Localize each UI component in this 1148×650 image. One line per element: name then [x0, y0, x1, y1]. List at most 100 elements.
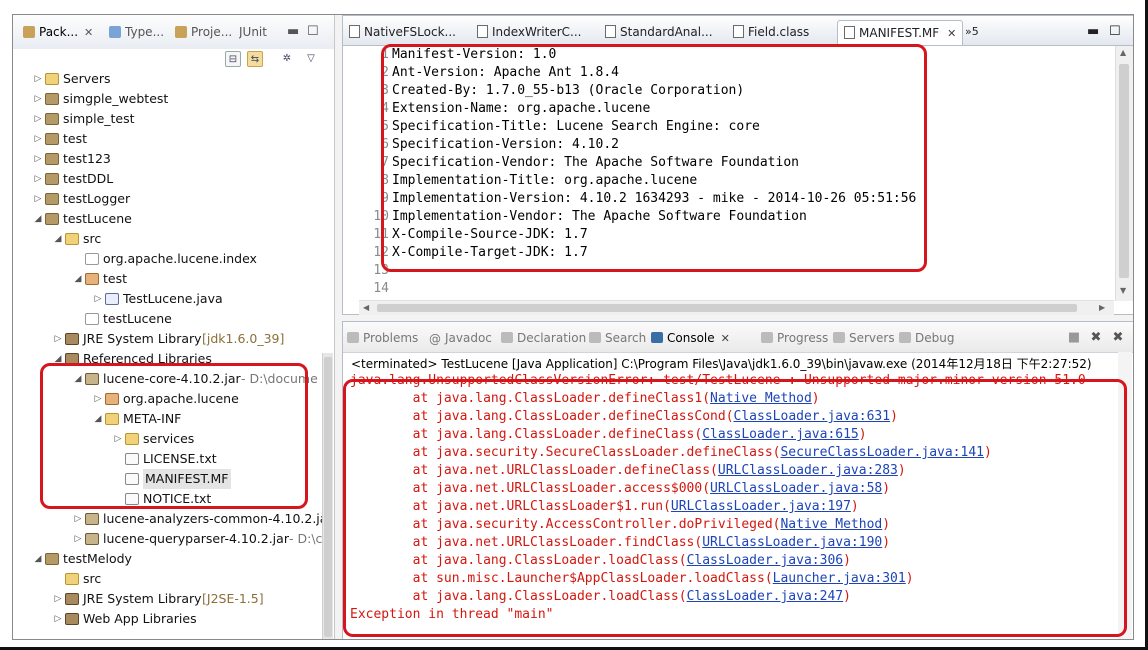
tab-label: Pack...: [39, 25, 79, 39]
tree-item[interactable]: ▷ JRE System Library [J2SE-1.5]: [13, 589, 323, 609]
collapsed-twisty-icon[interactable]: ▷: [73, 509, 83, 529]
expanded-twisty-icon[interactable]: ◢: [73, 269, 83, 289]
tree-item[interactable]: ▷ lucene-analyzers-common-4.10.2.ja: [13, 509, 328, 529]
tab-progress[interactable]: Progress: [761, 329, 828, 347]
collapsed-twisty-icon[interactable]: ▷: [73, 529, 83, 549]
tab-console[interactable]: Console ✕: [651, 329, 730, 347]
tree-item[interactable]: ▷ lucene-queryparser-4.10.2.jar - D:\c: [13, 529, 323, 549]
tree-item[interactable]: ▷ simple_test: [13, 109, 323, 129]
tab-label: IndexWriterC...: [492, 25, 582, 39]
declaration-icon: [501, 332, 513, 343]
tab-javadoc[interactable]: @ Javadoc: [429, 329, 492, 347]
collapsed-twisty-icon[interactable]: ▷: [53, 609, 63, 629]
editor-tab-manifest[interactable]: MANIFEST.MF ✕: [837, 20, 964, 45]
scrollbar-thumb[interactable]: [324, 357, 332, 637]
minimize-icon[interactable]: ▬: [1087, 20, 1099, 44]
view-menu-icon[interactable]: ▽: [303, 51, 319, 67]
editor-tab-standardanalyzer[interactable]: StandardAnal...: [605, 20, 713, 44]
lib-icon: [65, 613, 79, 625]
tree-item[interactable]: ▷ TestLucene.java: [13, 289, 323, 309]
proj-icon: [45, 133, 59, 145]
scrollbar-thumb[interactable]: [1119, 64, 1129, 278]
expanded-twisty-icon[interactable]: ◢: [33, 209, 43, 229]
tree-item[interactable]: ◢ testMelody: [13, 549, 323, 569]
tab-junit[interactable]: JUnit: [239, 21, 285, 43]
tab-servers[interactable]: Servers: [833, 329, 895, 347]
tree-item[interactable]: ▷ simgple_webtest: [13, 89, 323, 109]
tab-debug[interactable]: Debug: [899, 329, 954, 347]
class-file-icon: [733, 25, 744, 38]
collapsed-twisty-icon[interactable]: ▷: [33, 169, 43, 189]
terminate-icon[interactable]: ■: [1067, 331, 1081, 345]
close-icon[interactable]: ✕: [721, 332, 730, 345]
editor-overflow-tabs[interactable]: »5: [965, 20, 979, 44]
tab-declaration[interactable]: Declaration: [501, 329, 586, 347]
tree-item-label: Web App Libraries: [83, 611, 197, 626]
close-icon[interactable]: ✕: [947, 27, 956, 40]
editor-vertical-scrollbar[interactable]: ▲ ▼: [1115, 46, 1133, 301]
close-icon[interactable]: ✕: [84, 26, 93, 39]
type-hierarchy-icon: [109, 26, 121, 38]
tree-item[interactable]: ▷ testDDL: [13, 169, 323, 189]
tab-package-explorer[interactable]: Pack... ✕: [23, 21, 93, 43]
tree-item-label: testDDL: [63, 171, 114, 186]
collapsed-twisty-icon[interactable]: ▷: [33, 149, 43, 169]
editor-tab-indexwriterconfig[interactable]: IndexWriterC...: [477, 20, 581, 44]
scroll-right-icon[interactable]: ▶: [1099, 303, 1105, 312]
tree-item[interactable]: ▷ JRE System Library [jdk1.6.0_39]: [13, 329, 323, 349]
expanded-twisty-icon[interactable]: ◢: [53, 229, 63, 249]
link-with-editor-icon[interactable]: ⇆: [247, 51, 263, 67]
tab-type-hierarchy[interactable]: Type...: [109, 21, 164, 43]
editor-tab-nativefslock[interactable]: NativeFSLock...: [349, 20, 456, 44]
tree-item[interactable]: ◢ src: [13, 229, 323, 249]
editor-tab-field-class[interactable]: Field.class: [733, 20, 809, 44]
proj-icon: [45, 93, 59, 105]
editor-horizontal-scrollbar[interactable]: ◀ ▶: [359, 300, 1114, 315]
minimize-icon[interactable]: ▬: [287, 21, 299, 43]
code-line: 14: [343, 280, 1103, 298]
focus-task-icon[interactable]: ✲: [279, 51, 295, 67]
tree-item[interactable]: src: [13, 569, 323, 589]
tab-label: Declaration: [517, 331, 587, 345]
tree-item[interactable]: org.apache.lucene.index: [13, 249, 323, 269]
maximize-icon[interactable]: ☐: [1109, 20, 1121, 44]
console-view: Problems @ Javadoc Declaration Search Con…: [342, 321, 1133, 639]
tree-item[interactable]: ◢ test: [13, 269, 323, 289]
collapsed-twisty-icon[interactable]: ▷: [33, 109, 43, 129]
collapse-all-icon[interactable]: ⊟: [225, 51, 241, 67]
tab-label: Problems: [363, 331, 419, 345]
collapsed-twisty-icon[interactable]: ▷: [93, 289, 103, 309]
tree-item[interactable]: ▷ testLogger: [13, 189, 323, 209]
jar-icon: [85, 533, 99, 545]
scroll-down-icon[interactable]: ▼: [1120, 286, 1126, 295]
maximize-icon[interactable]: ☐: [307, 21, 319, 43]
highlight-box-stacktrace: [343, 379, 1127, 637]
tree-item[interactable]: ▷ test: [13, 129, 323, 149]
scrollbar-thumb[interactable]: [377, 304, 1077, 312]
expanded-twisty-icon[interactable]: ◢: [33, 549, 43, 569]
tree-scrollbar[interactable]: [322, 353, 333, 639]
scroll-up-icon[interactable]: ▲: [1120, 48, 1126, 57]
collapsed-twisty-icon[interactable]: ▷: [53, 329, 63, 349]
remove-launch-icon[interactable]: ✖: [1089, 331, 1103, 345]
collapsed-twisty-icon[interactable]: ▷: [33, 89, 43, 109]
tree-item-suffix: - D:\c: [289, 531, 323, 546]
tab-search[interactable]: Search: [589, 329, 646, 347]
tree-item[interactable]: ▷ test123: [13, 149, 323, 169]
collapsed-twisty-icon[interactable]: ▷: [33, 129, 43, 149]
collapsed-twisty-icon[interactable]: ▷: [53, 589, 63, 609]
collapsed-twisty-icon[interactable]: ▷: [33, 69, 43, 89]
tab-project-explorer[interactable]: Proje...: [175, 21, 232, 43]
tree-item-label: org.apache.lucene.index: [103, 251, 257, 266]
project-explorer-icon: [175, 26, 187, 38]
tree-item[interactable]: ◢ testLucene: [13, 209, 323, 229]
tree-item[interactable]: ▷ Web App Libraries: [13, 609, 323, 629]
tree-item[interactable]: testLucene: [13, 309, 323, 329]
proj-icon: [45, 153, 59, 165]
package-explorer-view: Pack... ✕ Type... Proje... JUnit ▬ ☐ ⊟ ⇆ …: [13, 15, 335, 639]
remove-all-terminated-icon[interactable]: ✖: [1111, 331, 1125, 345]
collapsed-twisty-icon[interactable]: ▷: [33, 189, 43, 209]
tab-problems[interactable]: Problems: [347, 329, 418, 347]
tree-item[interactable]: ▷ Servers: [13, 69, 323, 89]
scroll-left-icon[interactable]: ◀: [363, 303, 369, 312]
